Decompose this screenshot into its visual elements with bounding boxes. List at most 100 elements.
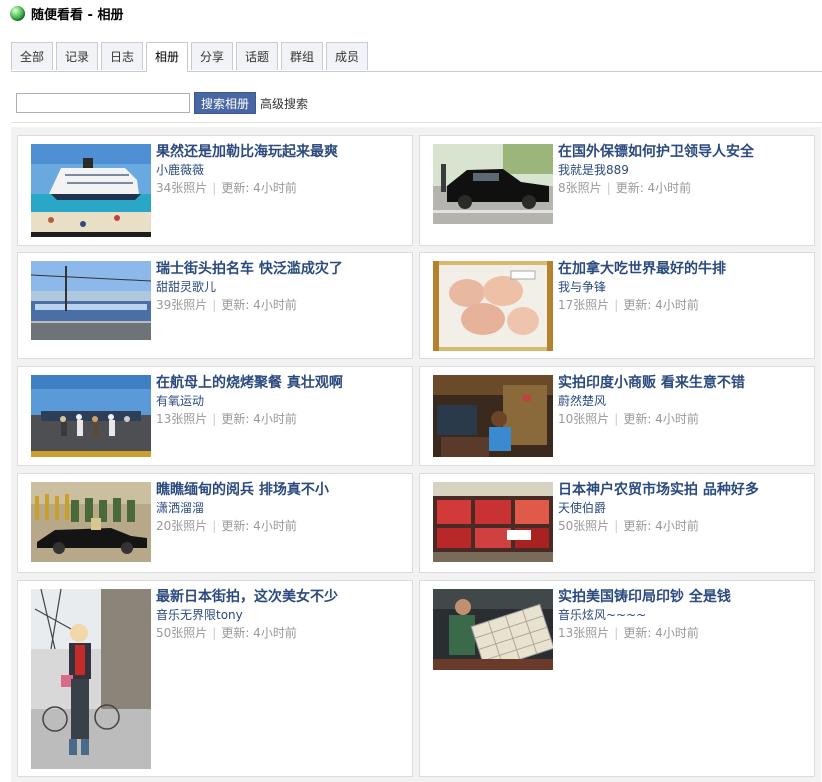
update-time: 更新: 4小时前	[623, 412, 699, 426]
album-thumbnail[interactable]	[433, 261, 553, 351]
tab-share[interactable]: 分享	[191, 42, 233, 70]
album-card: 在加拿大吃世界最好的牛排 我与争锋 17张照片 | 更新: 4小时前	[419, 252, 815, 359]
update-time: 更新: 4小时前	[221, 412, 297, 426]
album-title[interactable]: 在国外保镖如何护卫领导人安全	[558, 143, 808, 161]
album-thumbnail[interactable]	[31, 589, 151, 769]
tab-bar: 全部 记录 日志 相册 分享 话题 群组 成员	[11, 42, 822, 72]
album-thumbnail[interactable]	[31, 482, 151, 562]
album-title[interactable]: 果然还是加勒比海玩起来最爽	[156, 143, 406, 161]
album-title[interactable]: 实拍美国铸印局印钞 全是钱	[558, 588, 808, 606]
photo-count: 17张照片	[558, 298, 610, 312]
update-time: 更新: 4小时前	[221, 181, 297, 195]
photo-count: 10张照片	[558, 412, 610, 426]
album-author[interactable]: 有氧运动	[156, 393, 406, 409]
photo-count: 8张照片	[558, 181, 602, 195]
album-meta: 8张照片 | 更新: 4小时前	[558, 180, 808, 196]
photo-count: 20张照片	[156, 519, 208, 533]
album-title[interactable]: 在加拿大吃世界最好的牛排	[558, 260, 808, 278]
album-author[interactable]: 甜甜灵歌儿	[156, 279, 406, 295]
album-author[interactable]: 音乐无界限tony	[156, 607, 406, 623]
vendor-photo	[433, 375, 553, 457]
meta-separator: |	[212, 298, 217, 312]
meta-separator: |	[614, 519, 619, 533]
album-title[interactable]: 最新日本街拍，这次美女不少	[156, 588, 406, 606]
album-thumbnail[interactable]	[433, 375, 553, 457]
album-info: 在加拿大吃世界最好的牛排 我与争锋 17张照片 | 更新: 4小时前	[558, 260, 808, 313]
album-card: 果然还是加勒比海玩起来最爽 小鹿薇薇 34张照片 | 更新: 4小时前	[17, 135, 413, 246]
album-meta: 13张照片 | 更新: 4小时前	[558, 625, 808, 641]
tab-members[interactable]: 成员	[326, 42, 368, 70]
album-author[interactable]: 小鹿薇薇	[156, 162, 406, 178]
album-author[interactable]: 天使伯爵	[558, 500, 808, 516]
meta-separator: |	[614, 298, 619, 312]
album-info: 日本神户农贸市场实拍 品种好多 天使伯爵 50张照片 | 更新: 4小时前	[558, 481, 808, 534]
album-card: 在航母上的烧烤聚餐 真壮观啊 有氧运动 13张照片 | 更新: 4小时前	[17, 366, 413, 466]
album-info: 瞧瞧缅甸的阅兵 排场真不小 潇洒溜溜 20张照片 | 更新: 4小时前	[156, 481, 406, 534]
album-meta: 39张照片 | 更新: 4小时前	[156, 297, 406, 313]
album-thumbnail[interactable]	[433, 482, 553, 562]
album-card: 瑞士街头拍名车 快泛滥成灾了 甜甜灵歌儿 39张照片 | 更新: 4小时前	[17, 252, 413, 359]
meta-separator: |	[212, 519, 217, 533]
parade-photo	[31, 482, 151, 562]
album-title[interactable]: 瑞士街头拍名车 快泛滥成灾了	[156, 260, 406, 278]
album-author[interactable]: 潇洒溜溜	[156, 500, 406, 516]
carrier-deck-photo	[31, 375, 151, 457]
cruise-ship-photo	[31, 144, 151, 237]
meta-separator: |	[212, 412, 217, 426]
search-albums-button[interactable]: 搜索相册	[194, 92, 257, 114]
update-time: 更新: 4小时前	[623, 626, 699, 640]
album-info: 果然还是加勒比海玩起来最爽 小鹿薇薇 34张照片 | 更新: 4小时前	[156, 143, 406, 196]
meta-separator: |	[212, 626, 217, 640]
album-author[interactable]: 蔚然楚风	[558, 393, 808, 409]
tab-albums[interactable]: 相册	[146, 42, 188, 72]
album-meta: 50张照片 | 更新: 4小时前	[558, 518, 808, 534]
album-meta: 34张照片 | 更新: 4小时前	[156, 180, 406, 196]
update-time: 更新: 4小时前	[221, 298, 297, 312]
tab-blog[interactable]: 日志	[101, 42, 143, 70]
album-thumbnail[interactable]	[433, 589, 553, 670]
photo-count: 13张照片	[558, 626, 610, 640]
album-card: 瞧瞧缅甸的阅兵 排场真不小 潇洒溜溜 20张照片 | 更新: 4小时前	[17, 473, 413, 573]
tab-records[interactable]: 记录	[56, 42, 98, 70]
meta-separator: |	[606, 181, 611, 195]
album-author[interactable]: 音乐炫风~~~~	[558, 607, 808, 623]
meta-separator: |	[212, 181, 217, 195]
album-title[interactable]: 在航母上的烧烤聚餐 真壮观啊	[156, 374, 406, 392]
update-time: 更新: 4小时前	[221, 519, 297, 533]
search-input[interactable]	[16, 93, 190, 113]
money-printing-photo	[433, 589, 553, 670]
tab-groups[interactable]: 群组	[281, 42, 323, 70]
album-title[interactable]: 瞧瞧缅甸的阅兵 排场真不小	[156, 481, 406, 499]
album-meta: 10张照片 | 更新: 4小时前	[558, 411, 808, 427]
album-info: 在国外保镖如何护卫领导人安全 我就是我889 8张照片 | 更新: 4小时前	[558, 143, 808, 196]
globe-icon	[10, 5, 25, 21]
album-thumbnail[interactable]	[31, 144, 151, 237]
meat-market-photo	[433, 482, 553, 562]
album-thumbnail[interactable]	[31, 375, 151, 457]
steak-package-photo	[433, 261, 553, 351]
photo-count: 50张照片	[558, 519, 610, 533]
photo-count: 39张照片	[156, 298, 208, 312]
update-time: 更新: 4小时前	[615, 181, 692, 195]
album-author[interactable]: 我与争锋	[558, 279, 808, 295]
photo-count: 34张照片	[156, 181, 208, 195]
album-info: 实拍印度小商贩 看来生意不错 蔚然楚风 10张照片 | 更新: 4小时前	[558, 374, 808, 427]
album-card: 实拍美国铸印局印钞 全是钱 音乐炫风~~~~ 13张照片 | 更新: 4小时前	[419, 580, 815, 777]
album-info: 瑞士街头拍名车 快泛滥成灾了 甜甜灵歌儿 39张照片 | 更新: 4小时前	[156, 260, 406, 313]
tram-street-photo	[31, 261, 151, 340]
album-author[interactable]: 我就是我889	[558, 162, 808, 178]
photo-count: 50张照片	[156, 626, 208, 640]
album-card: 日本神户农贸市场实拍 品种好多 天使伯爵 50张照片 | 更新: 4小时前	[419, 473, 815, 573]
album-thumbnail[interactable]	[433, 144, 553, 224]
album-card: 在国外保镖如何护卫领导人安全 我就是我889 8张照片 | 更新: 4小时前	[419, 135, 815, 246]
album-title[interactable]: 实拍印度小商贩 看来生意不错	[558, 374, 808, 392]
street-fashion-photo	[31, 589, 151, 769]
album-title[interactable]: 日本神户农贸市场实拍 品种好多	[558, 481, 808, 499]
album-info: 实拍美国铸印局印钞 全是钱 音乐炫风~~~~ 13张照片 | 更新: 4小时前	[558, 588, 808, 641]
meta-separator: |	[614, 626, 619, 640]
album-card: 最新日本街拍，这次美女不少 音乐无界限tony 50张照片 | 更新: 4小时前	[17, 580, 413, 777]
tab-topics[interactable]: 话题	[236, 42, 278, 70]
album-thumbnail[interactable]	[31, 261, 151, 340]
tab-all[interactable]: 全部	[11, 42, 53, 70]
advanced-search-link[interactable]: 高级搜索	[260, 95, 308, 112]
